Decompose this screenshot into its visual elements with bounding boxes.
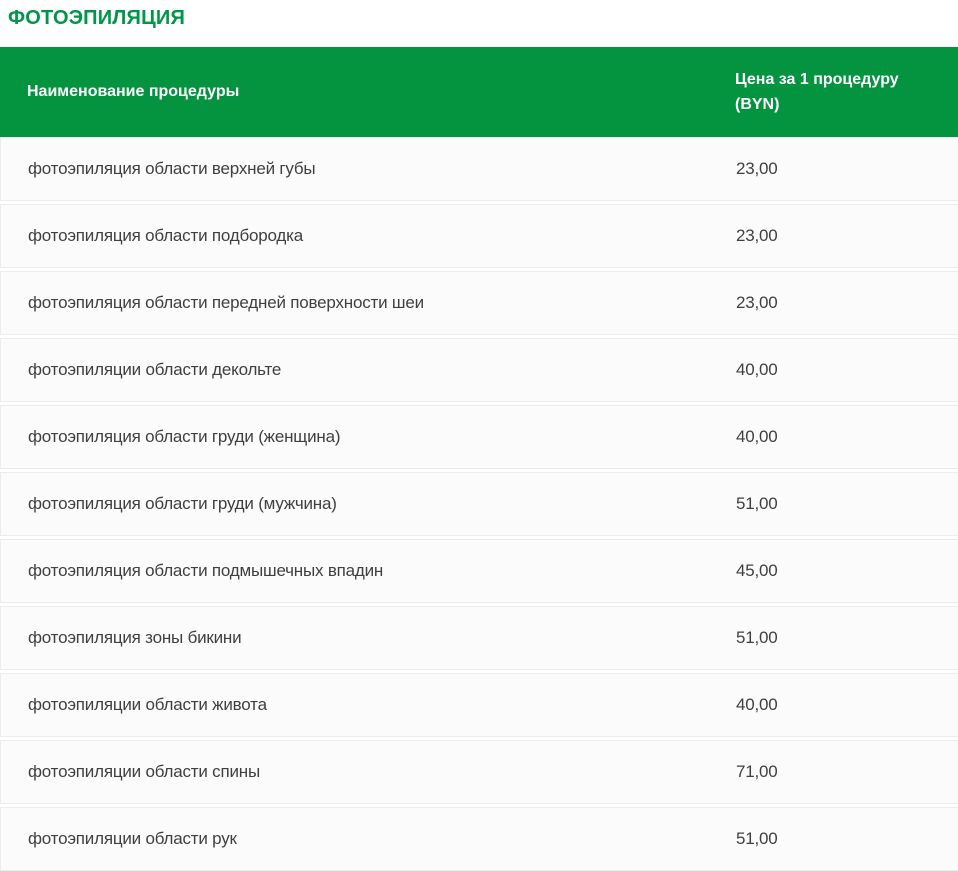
table-body: фотоэпиляция области верхней губы 23,00 … [0,137,958,871]
table-row: фотоэпиляции области декольте 40,00 [0,338,958,402]
price-cell: 45,00 [736,561,936,581]
column-header-price: Цена за 1 процедуру (BYN) [735,67,935,117]
procedure-name-cell: фотоэпиляция области подмышечных впадин [1,561,736,581]
table-row: фотоэпиляция области подбородка 23,00 [0,204,958,268]
price-cell: 51,00 [736,628,936,648]
table-row: фотоэпиляция области подмышечных впадин … [0,539,958,603]
price-cell: 23,00 [736,159,936,179]
table-row: фотоэпиляции области живота 40,00 [0,673,958,737]
procedure-name-cell: фотоэпиляции области спины [1,762,736,782]
procedure-name-cell: фотоэпиляция области верхней губы [1,159,736,179]
table-row: фотоэпиляция области груди (женщина) 40,… [0,405,958,469]
table-row: фотоэпиляции области рук 51,00 [0,807,958,871]
procedure-name-cell: фотоэпиляция области груди (женщина) [1,427,736,447]
procedure-name-cell: фотоэпиляции области живота [1,695,736,715]
price-cell: 51,00 [736,494,936,514]
price-table: Наименование процедуры Цена за 1 процеду… [0,47,958,871]
procedure-name-cell: фотоэпиляция области подбородка [1,226,736,246]
procedure-name-cell: фотоэпиляция области передней поверхност… [1,293,736,313]
page-title: ФОТОЭПИЛЯЦИЯ [8,8,958,28]
table-row: фотоэпиляция области груди (мужчина) 51,… [0,472,958,536]
table-header-row: Наименование процедуры Цена за 1 процеду… [0,47,958,137]
price-cell: 23,00 [736,226,936,246]
price-cell: 51,00 [736,829,936,849]
table-row: фотоэпиляции области спины 71,00 [0,740,958,804]
table-row: фотоэпиляция области верхней губы 23,00 [0,137,958,201]
procedure-name-cell: фотоэпиляция зоны бикини [1,628,736,648]
price-cell: 71,00 [736,762,936,782]
price-cell: 23,00 [736,293,936,313]
price-cell: 40,00 [736,360,936,380]
price-cell: 40,00 [736,695,936,715]
procedure-name-cell: фотоэпиляции области рук [1,829,736,849]
column-header-procedure-name: Наименование процедуры [0,83,735,101]
price-cell: 40,00 [736,427,936,447]
procedure-name-cell: фотоэпиляции области декольте [1,360,736,380]
photoepilation-price-page: ФОТОЭПИЛЯЦИЯ Наименование процедуры Цена… [0,8,958,871]
table-row: фотоэпиляция области передней поверхност… [0,271,958,335]
table-row: фотоэпиляция зоны бикини 51,00 [0,606,958,670]
procedure-name-cell: фотоэпиляция области груди (мужчина) [1,494,736,514]
